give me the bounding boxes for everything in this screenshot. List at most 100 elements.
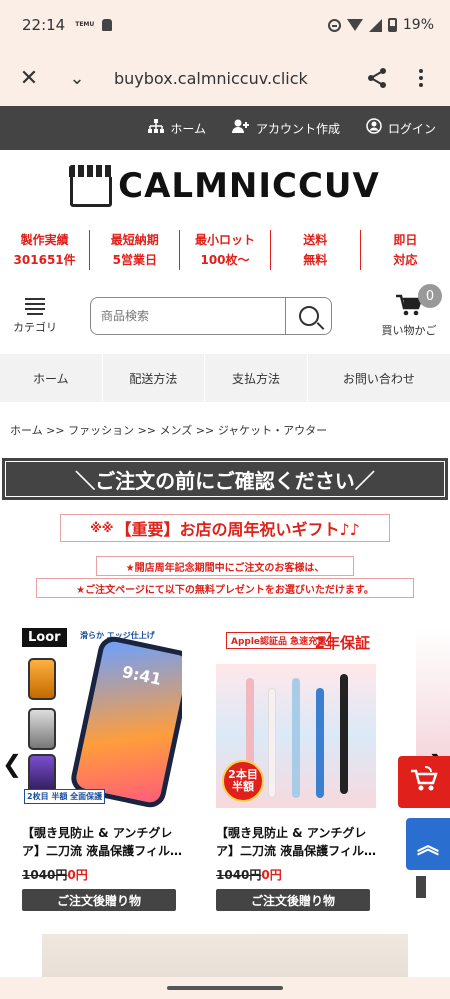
notification-icon [102, 19, 113, 31]
feature-title: 最小ロット [195, 233, 256, 247]
product-card[interactable]: Loor 滑らか エッジ仕上げ 9:41 2枚目 半額 全面保護 【覗き見防止 … [22, 628, 182, 911]
menu-icon [10, 297, 60, 315]
sitemap-icon [148, 119, 165, 137]
main-menu: ホーム 配送方法 支払方法 お問い合わせ [0, 354, 450, 402]
wifi-icon [346, 19, 363, 31]
search-row: カテゴリ 買い物かご 0 [0, 278, 450, 354]
old-price: 1040円 [22, 868, 68, 882]
phone-image: 9:41 [68, 633, 182, 808]
gift-announcement: ※※ 【重要】お店の周年祝いギフト♪♪ [60, 514, 390, 542]
topnav-home[interactable]: ホーム [148, 119, 206, 137]
top-navigation: ホーム アカウント作成 ログイン [0, 106, 450, 150]
menu-home[interactable]: ホーム [0, 354, 103, 402]
product-title[interactable]: 【覗き見防止 & アンチグレア】二刀流 液晶保護フィル… [22, 824, 182, 860]
signal-icon [368, 18, 382, 32]
topnav-account[interactable]: アカウント作成 [231, 119, 340, 137]
search-icon [298, 306, 319, 326]
category-menu-button[interactable]: カテゴリ [10, 297, 60, 335]
status-bar: 22:14 TEMU 19% [0, 0, 450, 50]
battery-icon [387, 18, 397, 32]
double-chevron-up-icon: ︽ [416, 834, 439, 859]
gift-button[interactable] [416, 876, 426, 898]
user-plus-icon [231, 119, 250, 137]
chevron-left-icon: ❮ [2, 750, 23, 778]
feature-title: 即日 [393, 233, 418, 247]
storefront-icon [69, 165, 114, 207]
new-price: 0円 [67, 868, 88, 882]
chevron-down-icon: ⌄ [69, 67, 85, 89]
old-price: 1040円 [216, 868, 262, 882]
cart-count-badge: 0 [418, 284, 442, 308]
feature-item: 即日 対応 [361, 230, 450, 270]
cart-label: 買い物かご [381, 324, 437, 337]
feature-value: 無料 [303, 253, 328, 267]
site-logo[interactable]: CALMNICCUV [0, 150, 450, 222]
floating-cart-button[interactable] [398, 756, 450, 808]
do-not-disturb-icon [327, 18, 341, 32]
scroll-top-button[interactable]: ︽ [406, 818, 450, 870]
topnav-login[interactable]: ログイン [366, 118, 436, 138]
breadcrumb[interactable]: ホーム >> ファッション >> メンズ >> ジャケット・アウター [0, 402, 450, 454]
feature-item: 最小ロット 100枚〜 [180, 230, 271, 270]
search-box [90, 297, 332, 335]
cart-button[interactable]: 買い物かご 0 [378, 284, 442, 338]
product-image: Loor 滑らか エッジ仕上げ 9:41 2枚目 半額 全面保護 [22, 628, 182, 808]
product-price: 1040円0円 [216, 866, 376, 883]
feature-highlights: 製作実績 301651件 最短納期 5営業日 最小ロット 100枚〜 送料 無料… [0, 222, 450, 278]
search-button[interactable] [285, 298, 331, 334]
browser-toolbar: ✕ ⌄ buybox.calmniccuv.click [0, 50, 450, 106]
share-icon [366, 67, 388, 89]
temu-notification-icon: TEMU [75, 21, 95, 28]
close-tab-button[interactable]: ✕ [14, 63, 44, 93]
phone-thumbnail [28, 708, 56, 750]
gift-button[interactable]: ご注文後贈り物 [216, 889, 370, 911]
feature-value: 301651件 [13, 253, 76, 267]
half-price-badge: 2本目 半額 [222, 760, 264, 802]
feature-item: 最短納期 5営業日 [90, 230, 181, 270]
phone-thumbnail [28, 658, 56, 700]
screen-time: 9:41 [120, 662, 164, 689]
new-price: 0円 [261, 868, 282, 882]
gift-button[interactable]: ご注文後贈り物 [22, 889, 176, 911]
gesture-handle[interactable] [167, 986, 283, 990]
user-circle-icon [366, 118, 382, 138]
site-logo-text: CALMNICCUV [118, 166, 380, 206]
feature-value: 対応 [393, 253, 418, 267]
product-carousel: ❮ Loor 滑らか エッジ仕上げ 9:41 2枚目 半額 全面保護 【覗き見防… [0, 628, 450, 911]
product-title[interactable]: 【覗き見防止 & アンチグレア】二刀流 液晶保護フィル… [216, 824, 376, 860]
product-card[interactable]: Apple認証品 急速充電 2年保証 2本目 半額 【覗き見防止 & アンチグレ… [216, 628, 376, 911]
gesture-nav-bar [0, 977, 450, 999]
feature-value: 5営業日 [112, 253, 157, 267]
url-field[interactable]: buybox.calmniccuv.click [92, 69, 362, 88]
status-time: 22:14 [22, 16, 66, 34]
battery-level: 19% [402, 17, 434, 33]
gift-text: 【重要】お店の周年祝いギフト♪♪ [115, 520, 360, 539]
feature-title: 最短納期 [110, 233, 159, 247]
discount-tag: 2枚目 半額 全面保護 [24, 789, 106, 804]
brand-logo: Loor [22, 628, 67, 647]
feature-title: 送料 [303, 233, 328, 247]
feature-title: 製作実績 [20, 233, 69, 247]
close-icon: ✕ [19, 65, 39, 91]
category-label: カテゴリ [13, 320, 57, 334]
more-vert-icon [419, 69, 423, 87]
promo-message-1: ★開店周年記念期間中にご注文のお客様は、 [96, 556, 354, 576]
menu-payment[interactable]: 支払方法 [205, 354, 308, 402]
share-button[interactable] [362, 63, 392, 93]
expand-button[interactable]: ⌄ [62, 63, 92, 93]
menu-contact[interactable]: お問い合わせ [308, 354, 450, 402]
cart-arrow-icon [409, 765, 439, 799]
topnav-home-label: ホーム [170, 121, 206, 136]
feature-item: 製作実績 301651件 [0, 230, 91, 270]
order-notice-banner: ＼ご注文の前にご確認ください／ [2, 458, 448, 500]
menu-shipping[interactable]: 配送方法 [103, 354, 206, 402]
topnav-account-label: アカウント作成 [255, 121, 340, 136]
carousel-prev-button[interactable]: ❮ [2, 750, 22, 778]
search-input[interactable] [91, 309, 285, 323]
product-image: Apple認証品 急速充電 2年保証 2本目 半額 [216, 628, 376, 808]
warranty-badge: 2年保証 [314, 634, 370, 652]
gift-stars: ※※ [90, 521, 114, 535]
promo-message-2: ★ご注文ページにて以下の無料プレゼントをお選びいただけます。 [36, 578, 414, 598]
more-options-button[interactable] [406, 63, 436, 93]
feature-value: 100枚〜 [200, 253, 250, 267]
